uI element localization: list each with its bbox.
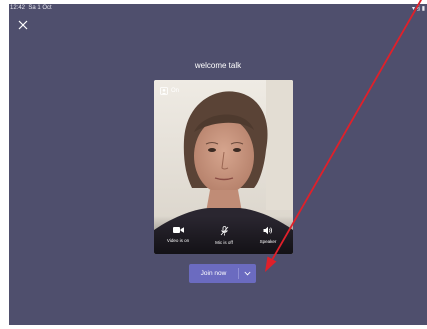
mic-toggle[interactable]: Mic is off: [204, 226, 244, 245]
meeting-title: welcome talk: [194, 61, 242, 70]
status-indicators: ▾ § ▮: [412, 6, 425, 12]
close-icon: [18, 20, 28, 30]
status-date: Sa 1 Oct: [28, 5, 52, 11]
video-toggle-label: Video is on: [166, 238, 190, 243]
join-now-button[interactable]: Join now: [189, 264, 238, 283]
status-clock: 12:42: [10, 5, 26, 11]
video-camera-icon: [172, 227, 184, 233]
mic-off-icon: [220, 226, 228, 236]
person-background-icon: [160, 87, 168, 95]
speaker-toggle-label: Speaker: [259, 239, 277, 244]
background-toggle-label: On: [171, 88, 180, 94]
background-effects-toggle[interactable]: On: [160, 87, 179, 95]
close-button[interactable]: [16, 18, 30, 32]
status-time: 12:42 Sa 1 Oct: [10, 5, 52, 11]
join-options-button[interactable]: [239, 264, 256, 283]
speaker-icon: [263, 226, 272, 235]
mic-toggle-label: Mic is off: [215, 240, 233, 245]
video-preview: On Video is on Mic is off Speaker: [154, 80, 293, 254]
video-toggle[interactable]: Video is on: [158, 226, 198, 243]
speaker-toggle[interactable]: Speaker: [248, 226, 288, 244]
chevron-down-icon: [244, 271, 251, 276]
pre-join-screen: 12:42 Sa 1 Oct ▾ § ▮ welcome talk On Vid…: [9, 4, 427, 325]
status-bar: 12:42 Sa 1 Oct ▾ § ▮: [9, 4, 427, 14]
device-controls: Video is on Mic is off Speaker: [154, 216, 293, 254]
join-button-group: Join now: [189, 264, 256, 283]
